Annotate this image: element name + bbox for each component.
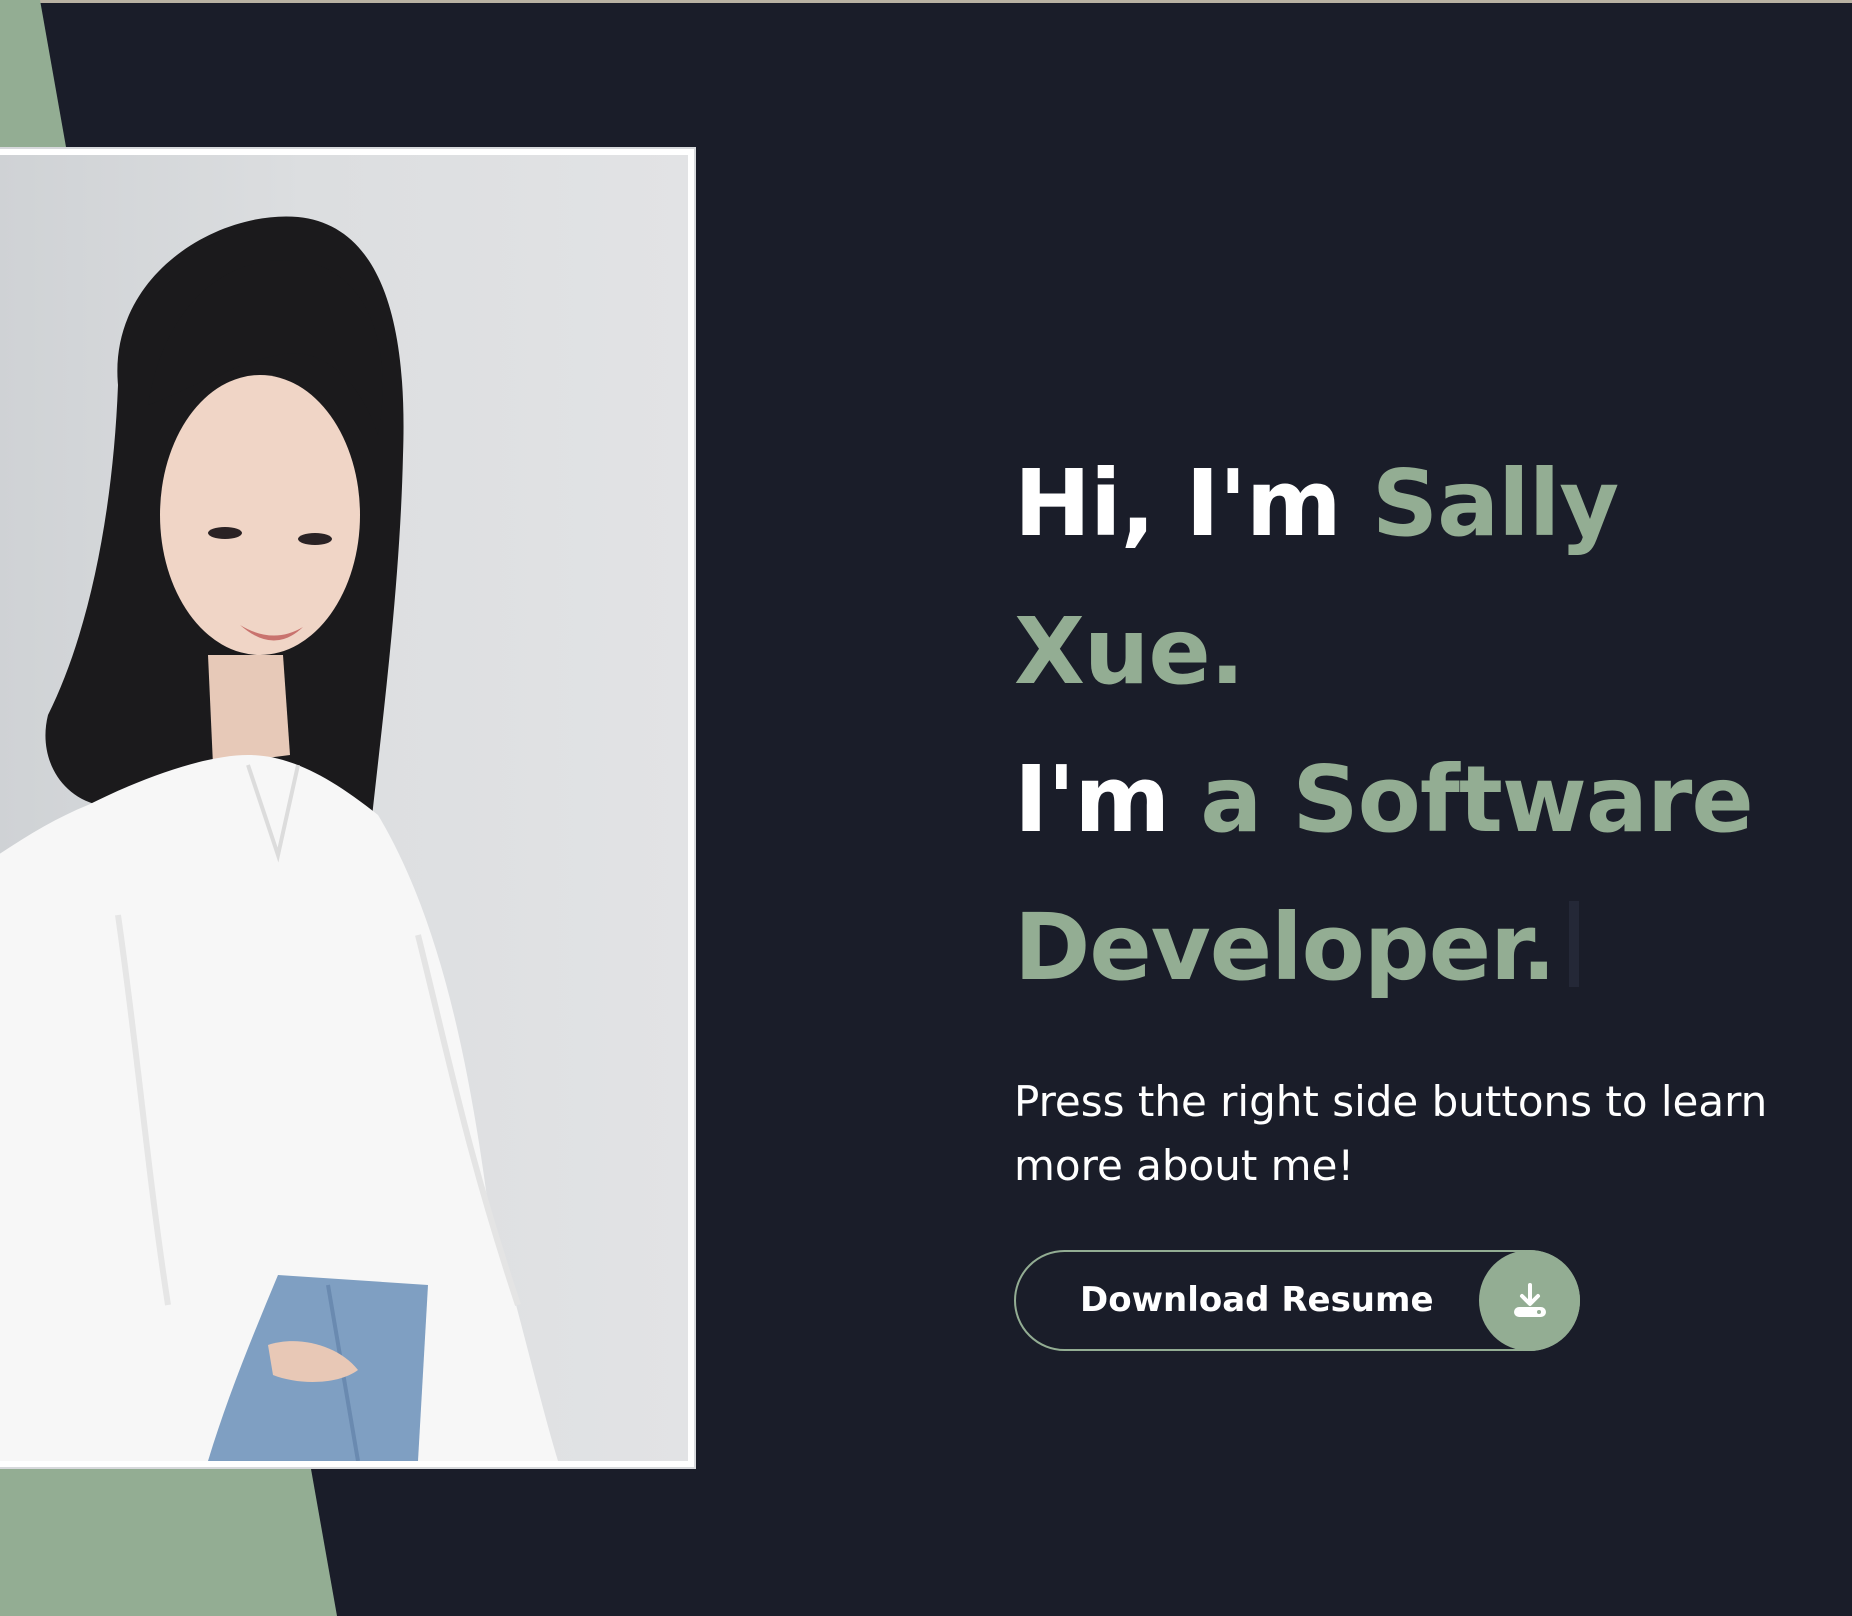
portrait-frame xyxy=(0,147,696,1469)
typing-cursor xyxy=(1569,901,1580,987)
hero-subtitle: Press the right side buttons to learn mo… xyxy=(1014,1077,1768,1190)
greeting-prefix: Hi, I'm xyxy=(1014,450,1372,557)
accent-shape-bottom xyxy=(0,1469,337,1616)
headline: Hi, I'm Sally Xue. I'm a Software Develop… xyxy=(1014,430,1834,1022)
hero-page: Hi, I'm Sally Xue. I'm a Software Develop… xyxy=(0,0,1852,1616)
download-icon xyxy=(1479,1250,1580,1351)
profile-photo xyxy=(0,155,688,1461)
download-resume-label: Download Resume xyxy=(1080,1280,1434,1320)
hero-text: Hi, I'm Sally Xue. I'm a Software Develop… xyxy=(1014,430,1834,1351)
accent-shape-top xyxy=(0,0,66,147)
role-prefix: I'm xyxy=(1014,746,1201,853)
download-resume-button[interactable]: Download Resume xyxy=(1014,1250,1580,1351)
